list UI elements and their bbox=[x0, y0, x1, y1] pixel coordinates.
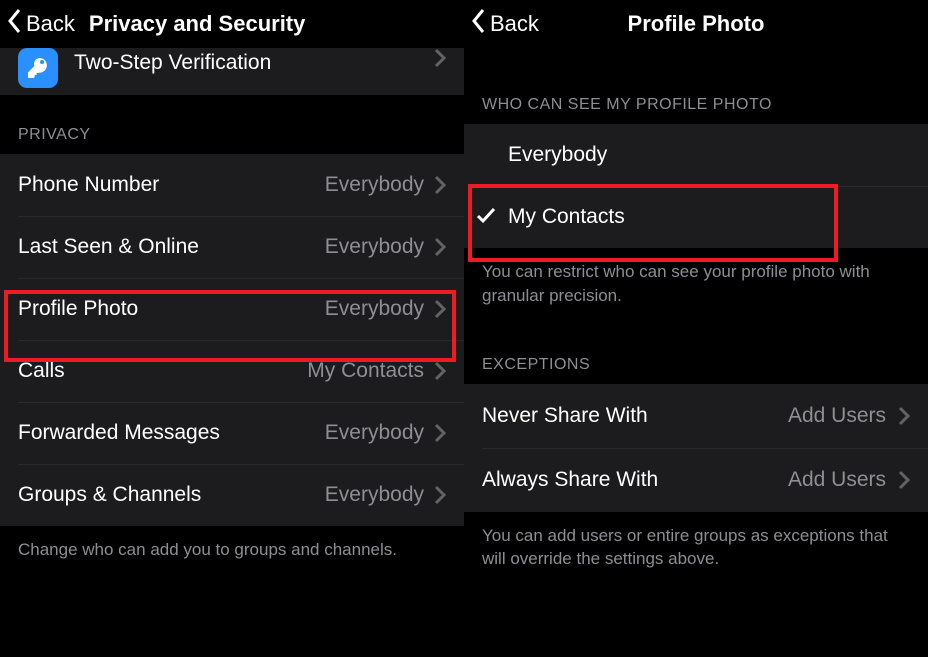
back-label: Back bbox=[26, 11, 75, 37]
exceptions-group: Never Share With Add Users Always Share … bbox=[464, 384, 928, 512]
exceptions-footer-text: You can add users or entire groups as ex… bbox=[464, 512, 928, 572]
chevron-right-icon bbox=[434, 175, 446, 195]
chevron-left-icon bbox=[470, 7, 488, 41]
row-value: My Contacts bbox=[307, 359, 424, 383]
privacy-section-header: PRIVACY bbox=[0, 96, 464, 154]
row-value: Everybody bbox=[325, 421, 424, 445]
forwarded-messages-row[interactable]: Forwarded Messages Everybody bbox=[0, 402, 464, 464]
row-value: Everybody bbox=[325, 173, 424, 197]
back-button[interactable]: Back bbox=[470, 7, 539, 41]
row-label: Groups & Channels bbox=[18, 483, 325, 507]
row-label: Never Share With bbox=[482, 404, 788, 428]
profile-photo-row[interactable]: Profile Photo Everybody bbox=[0, 278, 464, 340]
two-step-group: Two-Step Verification bbox=[0, 48, 464, 96]
row-label: Profile Photo bbox=[18, 297, 325, 321]
who-options-group: Everybody My Contacts bbox=[464, 124, 928, 248]
who-footer-text: You can restrict who can see your profil… bbox=[464, 248, 928, 308]
option-my-contacts[interactable]: My Contacts bbox=[464, 186, 928, 248]
back-button[interactable]: Back bbox=[6, 7, 75, 41]
calls-row[interactable]: Calls My Contacts bbox=[0, 340, 464, 402]
row-label: Phone Number bbox=[18, 173, 325, 197]
chevron-right-icon bbox=[898, 406, 910, 426]
row-label: Last Seen & Online bbox=[18, 235, 325, 259]
privacy-footer-text: Change who can add you to groups and cha… bbox=[0, 526, 464, 562]
row-value: Add Users bbox=[788, 468, 886, 492]
chevron-right-icon bbox=[434, 299, 446, 319]
groups-channels-row[interactable]: Groups & Channels Everybody bbox=[0, 464, 464, 526]
profile-photo-screen: Back Profile Photo WHO CAN SEE MY PROFIL… bbox=[464, 0, 928, 657]
row-value: Everybody bbox=[325, 297, 424, 321]
privacy-group: Phone Number Everybody Last Seen & Onlin… bbox=[0, 154, 464, 526]
navbar: Back Profile Photo bbox=[464, 0, 928, 48]
row-value: Everybody bbox=[325, 235, 424, 259]
who-section-header: WHO CAN SEE MY PROFILE PHOTO bbox=[464, 48, 928, 124]
chevron-right-icon bbox=[434, 237, 446, 257]
always-share-row[interactable]: Always Share With Add Users bbox=[464, 448, 928, 512]
option-label: Everybody bbox=[508, 143, 607, 167]
two-step-label: Two-Step Verification bbox=[74, 48, 434, 78]
option-label: My Contacts bbox=[508, 205, 625, 229]
never-share-row[interactable]: Never Share With Add Users bbox=[464, 384, 928, 448]
last-seen-row[interactable]: Last Seen & Online Everybody bbox=[0, 216, 464, 278]
exceptions-section-header: EXCEPTIONS bbox=[464, 308, 928, 384]
chevron-left-icon bbox=[6, 7, 24, 41]
option-everybody[interactable]: Everybody bbox=[464, 124, 928, 186]
page-title: Privacy and Security bbox=[89, 11, 305, 37]
row-value: Add Users bbox=[788, 404, 886, 428]
check-column bbox=[464, 204, 508, 231]
checkmark-icon bbox=[475, 204, 497, 231]
row-label: Forwarded Messages bbox=[18, 421, 325, 445]
row-label: Calls bbox=[18, 359, 307, 383]
row-value: Everybody bbox=[325, 483, 424, 507]
chevron-right-icon bbox=[898, 470, 910, 490]
two-step-verification-row[interactable]: Two-Step Verification bbox=[0, 48, 464, 96]
chevron-right-icon bbox=[434, 361, 446, 381]
navbar: Back Privacy and Security bbox=[0, 0, 464, 48]
key-icon bbox=[18, 48, 58, 88]
privacy-security-screen: Back Privacy and Security Two-Step Verif… bbox=[0, 0, 464, 657]
row-label: Always Share With bbox=[482, 468, 788, 492]
chevron-right-icon bbox=[434, 423, 446, 443]
phone-number-row[interactable]: Phone Number Everybody bbox=[0, 154, 464, 216]
chevron-right-icon bbox=[434, 485, 446, 505]
chevron-right-icon bbox=[434, 48, 446, 68]
page-title: Profile Photo bbox=[628, 11, 765, 37]
back-label: Back bbox=[490, 11, 539, 37]
